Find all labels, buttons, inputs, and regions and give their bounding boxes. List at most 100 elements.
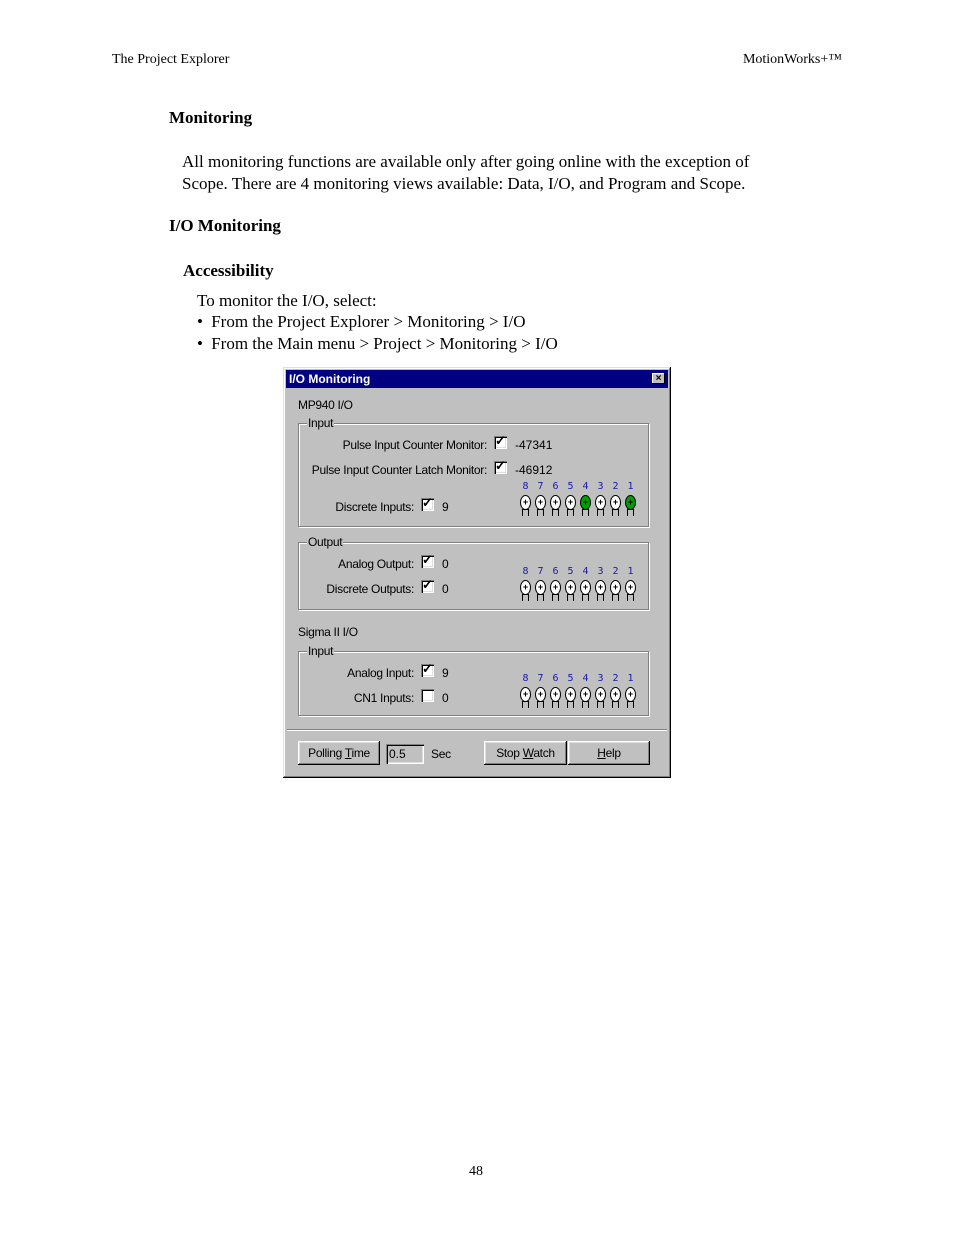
led-number: 3 — [597, 673, 604, 684]
plus-icon: + — [597, 689, 604, 699]
access-key: W — [522, 746, 534, 760]
help-button[interactable]: Help — [568, 741, 650, 765]
led-indicator-6: 6 + — [548, 673, 563, 709]
plus-icon: + — [522, 582, 529, 592]
bullet-text: From the Project Explorer > Monitoring >… — [211, 312, 526, 331]
analog-output-value: 0 — [442, 557, 449, 571]
plus-icon: + — [627, 497, 634, 507]
plus-icon: + — [522, 497, 529, 507]
plus-icon: + — [627, 582, 634, 592]
bullet-glyph: • — [197, 334, 203, 353]
bullet-glyph: • — [197, 312, 203, 331]
check-icon: ✓ — [422, 577, 433, 592]
led-legs-icon — [537, 701, 544, 708]
mp940-section-label: MP940 I/O — [298, 398, 353, 412]
plus-icon: + — [567, 497, 574, 507]
led-indicator-5: 5 + — [563, 481, 578, 517]
analog-input-checkbox[interactable]: ✓ — [421, 661, 434, 677]
dialog-titlebar[interactable]: I/O Monitoring × — [286, 370, 668, 388]
led-indicator-6: 6 + — [548, 566, 563, 602]
separator — [287, 729, 667, 731]
led-indicator-8: 8 + — [518, 673, 533, 709]
led-legs-icon — [582, 594, 589, 601]
discrete-outputs-checkbox[interactable]: ✓ — [421, 577, 434, 593]
led-number: 6 — [552, 673, 559, 684]
discrete-inputs-label: Discrete Inputs: — [335, 500, 414, 514]
cn1-inputs-label: CN1 Inputs: — [353, 691, 414, 705]
check-icon: ✓ — [422, 661, 433, 676]
group-legend: Input — [307, 416, 335, 430]
led-legs-icon — [582, 509, 589, 516]
plus-icon: + — [552, 582, 559, 592]
cn1-inputs-checkbox[interactable] — [421, 689, 434, 702]
led-indicator-7: 7 + — [533, 673, 548, 709]
pulse-counter-label: Pulse Input Counter Monitor: — [342, 438, 488, 452]
polling-time-input[interactable]: 0.5 — [386, 744, 424, 764]
led-legs-icon — [552, 701, 559, 708]
led-number: 1 — [627, 566, 634, 577]
led-indicator-7: 7 + — [533, 481, 548, 517]
led-legs-icon — [522, 701, 529, 708]
led-indicator-5: 5 + — [563, 673, 578, 709]
running-header-right: MotionWorks+™ — [742, 52, 842, 67]
led-number: 4 — [582, 566, 589, 577]
pulse-latch-checkbox[interactable]: ✓ — [494, 458, 507, 474]
led-indicator-3: 3 + — [593, 566, 608, 602]
analog-input-label: Analog Input: — [347, 666, 414, 680]
led-number: 8 — [522, 673, 529, 684]
button-label: ime — [351, 746, 370, 760]
plus-icon: + — [597, 582, 604, 592]
analog-input-value: 9 — [442, 666, 449, 680]
close-icon: × — [655, 373, 662, 384]
led-number: 2 — [612, 481, 619, 492]
discrete-outputs-value: 0 — [442, 582, 449, 596]
led-indicator-2: 2 + — [608, 673, 623, 709]
plus-icon: + — [627, 689, 634, 699]
access-key: H — [597, 746, 606, 760]
analog-output-checkbox[interactable]: ✓ — [421, 552, 434, 568]
led-legs-icon — [612, 594, 619, 601]
led-legs-icon — [567, 509, 574, 516]
led-legs-icon — [597, 594, 604, 601]
led-indicator-8: 8 + — [518, 481, 533, 517]
pulse-counter-checkbox[interactable]: ✓ — [494, 433, 507, 449]
cn1-inputs-leds: 8 +7 +6 +5 +4 +3 +2 +1 + — [518, 673, 638, 709]
led-indicator-4: 4 + — [578, 481, 593, 517]
io-monitoring-dialog: I/O Monitoring × MP940 I/O Input Pulse I… — [283, 367, 671, 778]
polling-unit-label: Sec — [431, 747, 451, 761]
led-indicator-3: 3 + — [593, 673, 608, 709]
led-indicator-6: 6 + — [548, 481, 563, 517]
led-legs-icon — [552, 594, 559, 601]
led-number: 7 — [537, 566, 544, 577]
led-legs-icon — [597, 701, 604, 708]
led-number: 3 — [597, 481, 604, 492]
mp940-output-group: Output Analog Output: ✓ 0 Discrete Outpu… — [298, 535, 649, 610]
led-indicator-1: 1 + — [623, 481, 638, 517]
led-legs-icon — [627, 509, 634, 516]
stop-watch-button[interactable]: Stop Watch — [484, 741, 567, 765]
polling-time-button[interactable]: Polling Time — [298, 741, 380, 765]
plus-icon: + — [612, 582, 619, 592]
discrete-inputs-checkbox[interactable]: ✓ — [421, 495, 434, 511]
led-indicator-1: 1 + — [623, 566, 638, 602]
discrete-outputs-label: Discrete Outputs: — [326, 582, 414, 596]
led-number: 6 — [552, 481, 559, 492]
access-intro: To monitor the I/O, select: — [197, 291, 377, 310]
close-button[interactable]: × — [652, 373, 665, 384]
plus-icon: + — [597, 497, 604, 507]
led-indicator-7: 7 + — [533, 566, 548, 602]
led-legs-icon — [522, 594, 529, 601]
discrete-outputs-leds: 8 +7 +6 +5 +4 +3 +2 +1 + — [518, 566, 638, 602]
intro-line-1: All monitoring functions are available o… — [182, 152, 750, 171]
led-number: 4 — [582, 481, 589, 492]
led-number: 2 — [612, 673, 619, 684]
led-number: 5 — [567, 481, 574, 492]
check-icon: ✓ — [495, 433, 506, 448]
led-legs-icon — [627, 594, 634, 601]
page-number: 48 — [469, 1164, 483, 1179]
led-legs-icon — [552, 509, 559, 516]
plus-icon: + — [522, 689, 529, 699]
led-number: 8 — [522, 481, 529, 492]
button-label: atch — [533, 746, 555, 760]
discrete-inputs-value: 9 — [442, 500, 449, 514]
